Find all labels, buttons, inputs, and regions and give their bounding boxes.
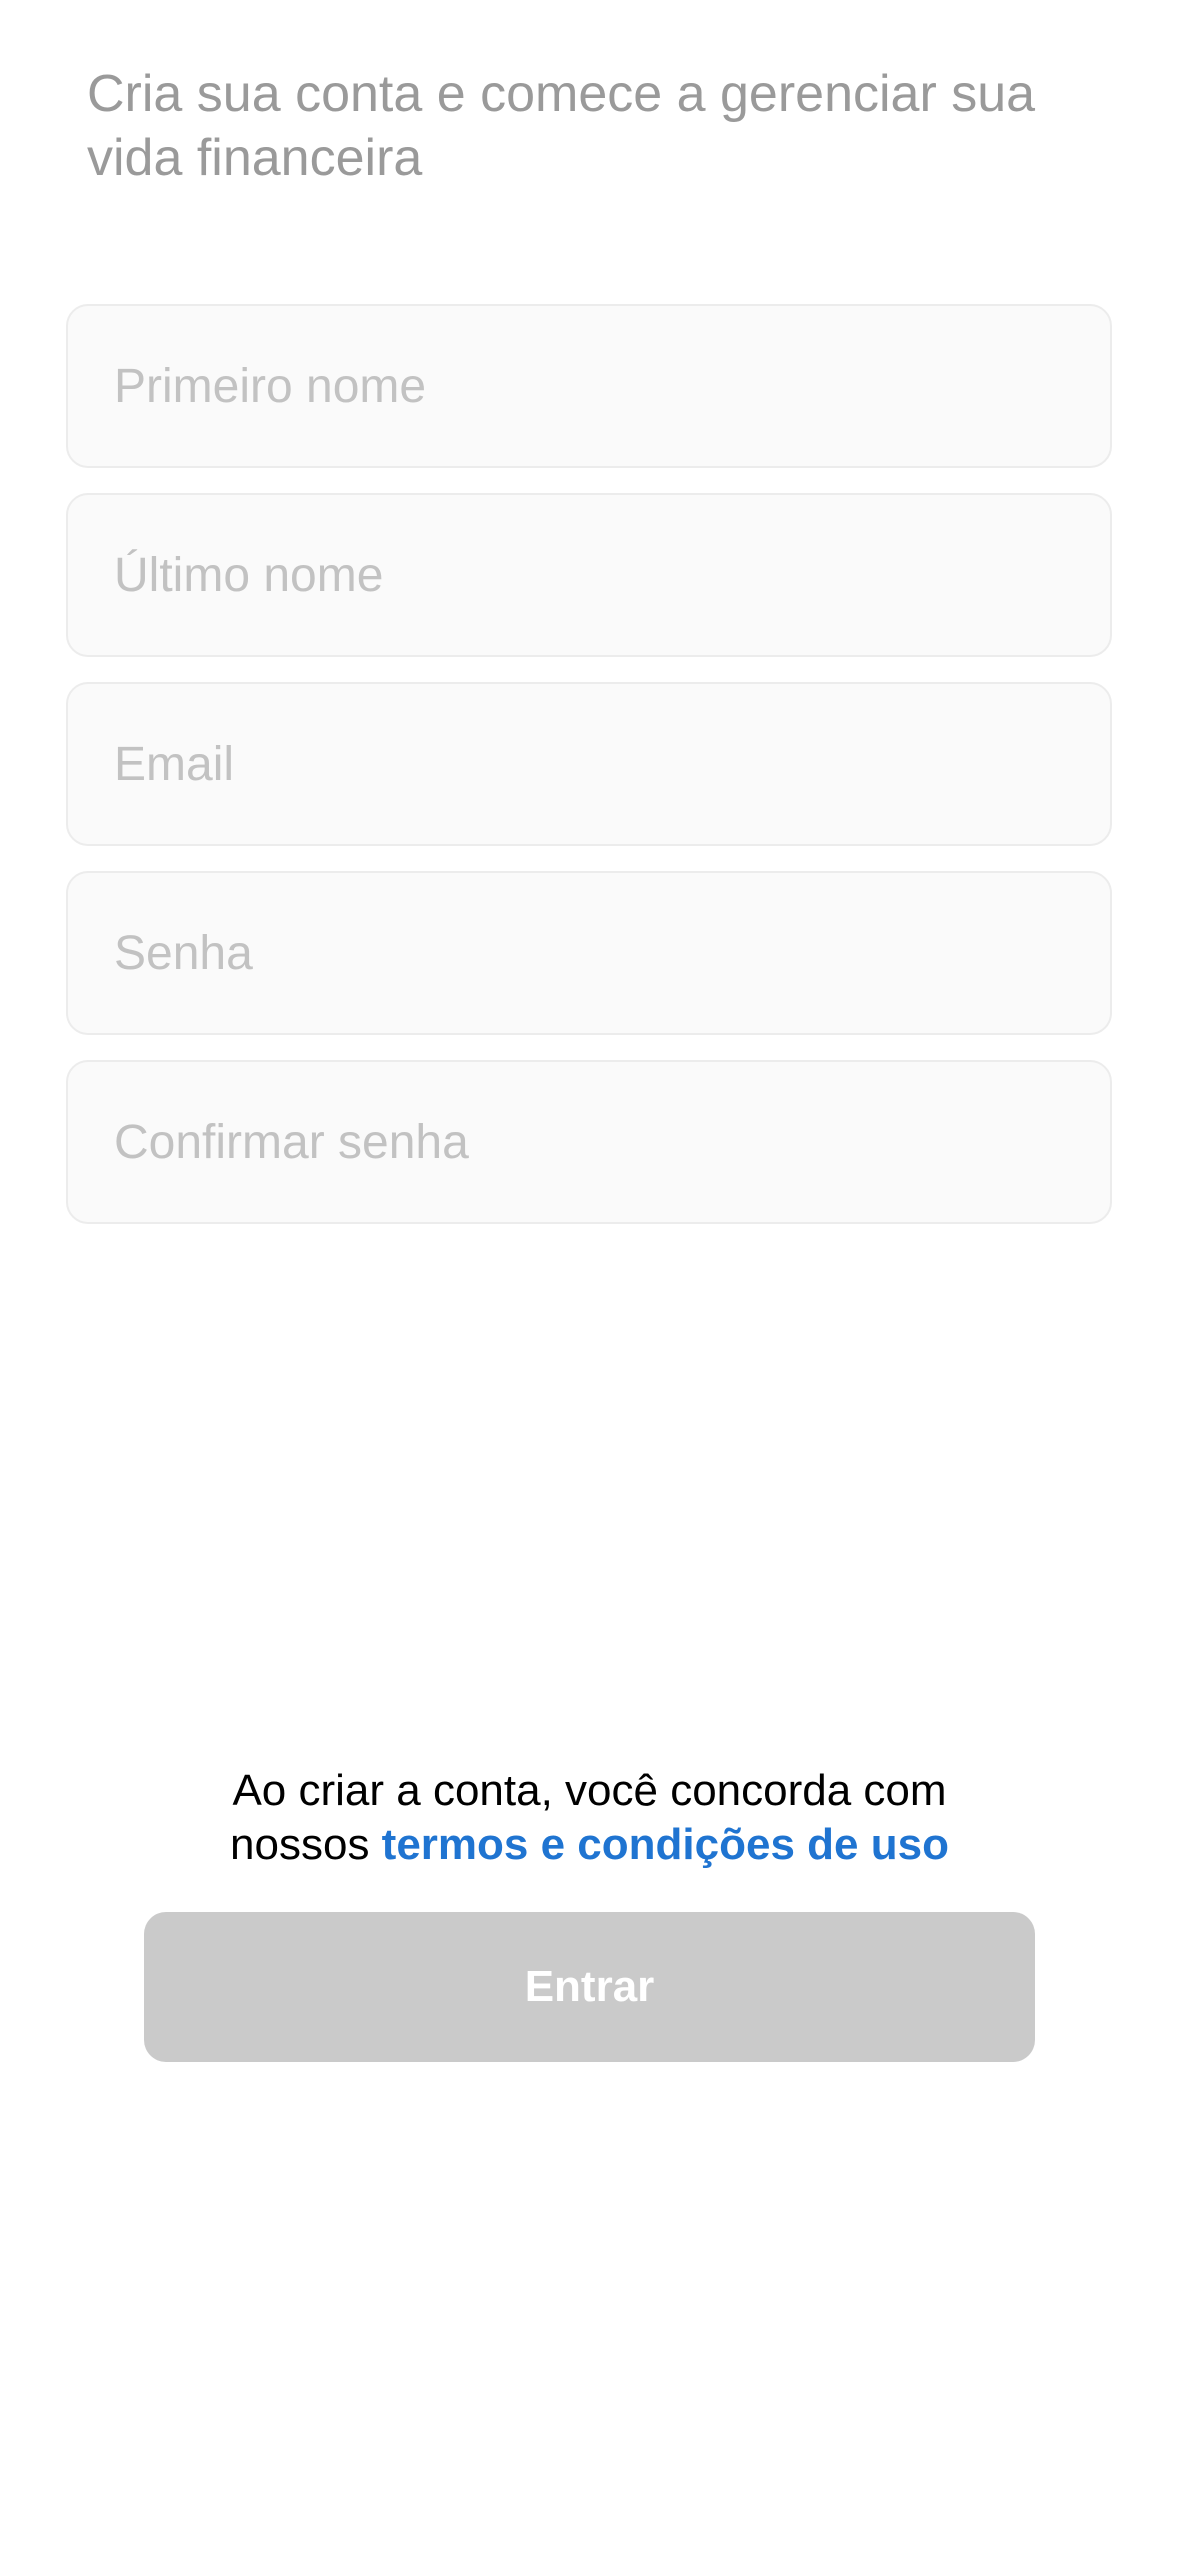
- terms-link[interactable]: termos e condições de uso: [382, 1820, 949, 1869]
- password-field-container[interactable]: [66, 871, 1112, 1035]
- password-input[interactable]: [68, 873, 1110, 1033]
- first-name-input[interactable]: [68, 306, 1110, 466]
- confirm-password-field-container[interactable]: [66, 1060, 1112, 1224]
- terms-notice-line-1: Ao criar a conta, você concorda com: [232, 1766, 947, 1815]
- email-input[interactable]: [68, 684, 1110, 844]
- signup-form: [66, 304, 1112, 1249]
- terms-notice-line-2: nossos termos e condições de uso: [0, 1818, 1179, 1872]
- last-name-input[interactable]: [68, 495, 1110, 655]
- last-name-field-container[interactable]: [66, 493, 1112, 657]
- submit-button[interactable]: Entrar: [144, 1912, 1035, 2062]
- email-field-container[interactable]: [66, 682, 1112, 846]
- first-name-field-container[interactable]: [66, 304, 1112, 468]
- confirm-password-input[interactable]: [68, 1062, 1110, 1222]
- terms-notice-prefix: nossos: [230, 1820, 382, 1869]
- terms-notice: Ao criar a conta, você concorda com noss…: [0, 1764, 1179, 1872]
- page-subtitle: Cria sua conta e comece a gerenciar sua …: [87, 65, 1036, 187]
